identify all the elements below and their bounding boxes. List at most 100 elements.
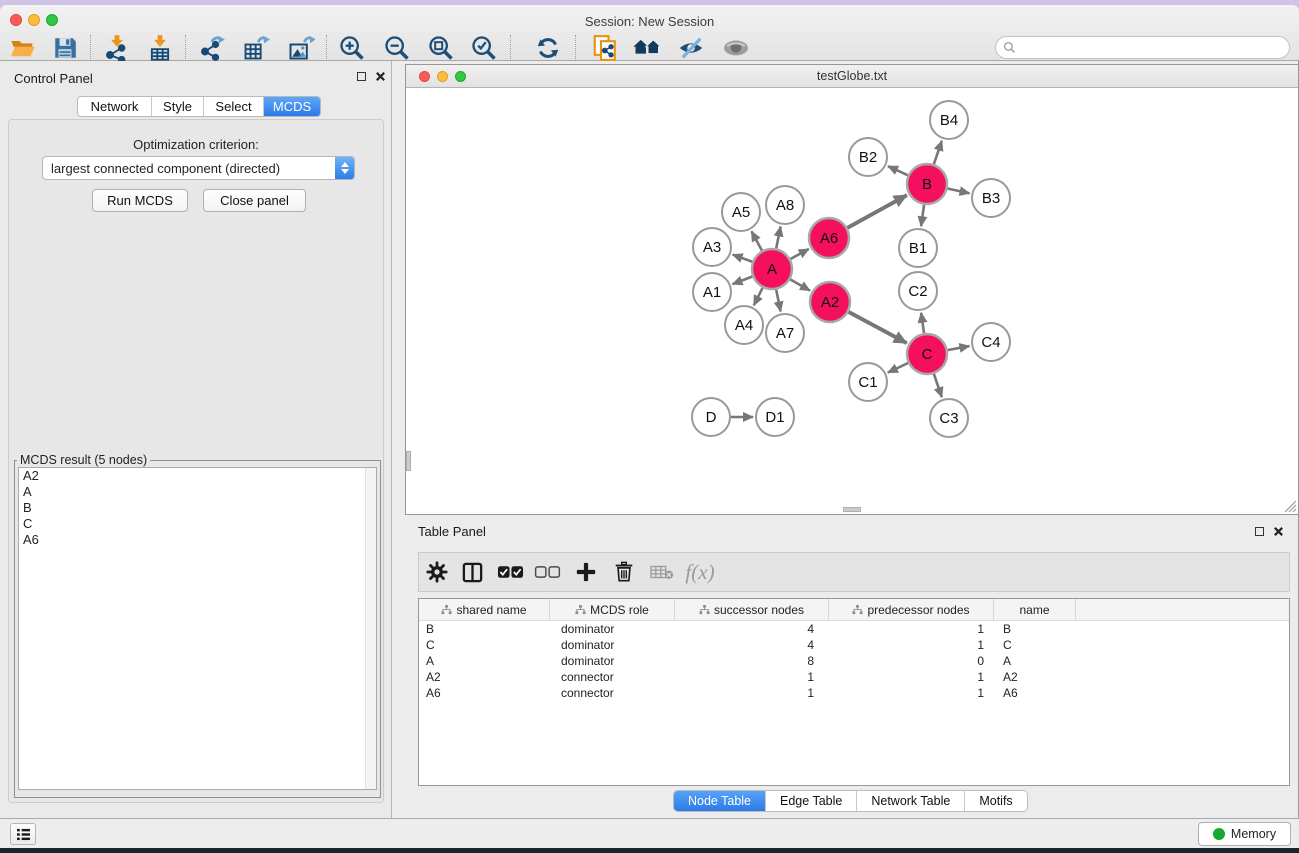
clone-network-button[interactable] <box>590 32 622 64</box>
window-resize-grip[interactable] <box>1281 497 1297 513</box>
graph-edge-C-C4[interactable] <box>948 346 970 350</box>
close-table-panel-icon[interactable] <box>1273 526 1284 537</box>
column-header-shared-name[interactable]: shared name <box>419 599 550 620</box>
houses-icon <box>632 33 662 63</box>
result-list-scrollbar[interactable] <box>365 468 376 789</box>
show-task-history-button[interactable] <box>10 823 36 845</box>
mcds-result-item[interactable]: C <box>19 516 376 532</box>
tab-network-table[interactable]: Network Table <box>857 791 965 811</box>
column-header-successor-nodes[interactable]: successor nodes <box>675 599 829 620</box>
select-all-columns-button[interactable] <box>493 556 527 588</box>
table-row[interactable]: A6connector11A6 <box>419 685 1289 701</box>
graph-node-label: B <box>922 176 932 193</box>
open-session-button[interactable] <box>7 32 39 64</box>
table-row[interactable]: Bdominator41B <box>419 621 1289 637</box>
network-canvas[interactable]: B4B2BB3A5A8A6A3B1AA1C2A2A4A7C4CC1C3DD1 <box>406 88 1298 514</box>
graph-edge-B-B4[interactable] <box>934 141 942 164</box>
export-table-button[interactable] <box>240 32 272 64</box>
column-header-name[interactable]: name <box>994 599 1076 620</box>
node-table[interactable]: shared nameMCDS rolesuccessor nodesprede… <box>418 598 1290 786</box>
tab-node-table[interactable]: Node Table <box>674 791 766 811</box>
column-header-predecessor-nodes[interactable]: predecessor nodes <box>829 599 994 620</box>
column-type-icon <box>852 605 863 615</box>
table-cell: 8 <box>675 653 829 669</box>
mcds-result-item[interactable]: A6 <box>19 532 376 548</box>
graph-edge-B-B2[interactable] <box>888 166 908 175</box>
save-session-button[interactable] <box>49 32 81 64</box>
close-panel-icon[interactable] <box>375 71 386 82</box>
refresh-icon <box>534 34 562 62</box>
tab-select[interactable]: Select <box>204 97 264 116</box>
table-cell: A <box>419 653 550 669</box>
graph-edge-B-B1[interactable] <box>921 205 924 226</box>
graph-edge-A6-B[interactable] <box>847 195 906 228</box>
table-body: Bdominator41BCdominator41CAdominator80AA… <box>419 621 1289 701</box>
graph-edge-A-A5[interactable] <box>752 231 762 250</box>
hide-style-button[interactable] <box>675 32 707 64</box>
import-table-button[interactable] <box>144 32 176 64</box>
show-hide-button[interactable] <box>720 32 752 64</box>
delete-column-button[interactable] <box>607 556 641 588</box>
table-settings-button[interactable] <box>420 556 454 588</box>
zoom-fit-button[interactable] <box>425 32 457 64</box>
float-table-panel-icon[interactable] <box>1255 527 1264 536</box>
search-input[interactable] <box>1020 41 1289 55</box>
status-bar: Memory <box>0 818 1299 848</box>
graph-edge-C-C2[interactable] <box>921 313 924 333</box>
zoom-out-button[interactable] <box>381 32 413 64</box>
tab-motifs[interactable]: Motifs <box>965 791 1026 811</box>
show-all-networks-button[interactable] <box>631 32 663 64</box>
search-field[interactable] <box>995 36 1290 59</box>
toggle-column-view-button[interactable] <box>455 556 489 588</box>
graph-edge-C-C1[interactable] <box>888 363 908 373</box>
table-row[interactable]: Adominator80A <box>419 653 1289 669</box>
optimization-criterion-dropdown[interactable]: largest connected component (directed) <box>42 156 355 180</box>
create-column-button[interactable] <box>569 556 603 588</box>
export-image-button[interactable] <box>285 32 317 64</box>
network-graph[interactable]: B4B2BB3A5A8A6A3B1AA1C2A2A4A7C4CC1C3DD1 <box>406 88 1298 514</box>
delete-table-icon <box>650 563 674 581</box>
vertical-scroll-notch[interactable] <box>406 451 411 471</box>
graph-edge-C-C3[interactable] <box>934 374 942 397</box>
graph-edge-A-A1[interactable] <box>733 277 753 285</box>
import-network-button[interactable] <box>101 32 133 64</box>
table-row[interactable]: A2connector11A2 <box>419 669 1289 685</box>
horizontal-scroll-notch[interactable] <box>843 507 861 512</box>
graph-node-label: C4 <box>981 334 1000 351</box>
zoom-selected-button[interactable] <box>468 32 500 64</box>
graph-edge-A-A8[interactable] <box>776 227 780 249</box>
zoom-in-button[interactable] <box>336 32 368 64</box>
mcds-result-list[interactable]: A2ABCA6 <box>18 467 377 790</box>
graph-edge-A2-C[interactable] <box>849 312 907 343</box>
graph-edge-B-B3[interactable] <box>948 188 970 193</box>
refresh-layout-button[interactable] <box>532 32 564 64</box>
mcds-result-item[interactable]: A2 <box>19 468 376 484</box>
toolbar-separator <box>185 35 186 61</box>
run-mcds-button[interactable]: Run MCDS <box>92 189 188 212</box>
export-network-button[interactable] <box>196 32 228 64</box>
tab-style[interactable]: Style <box>152 97 204 116</box>
dropdown-selected-value: largest connected component (directed) <box>43 161 335 176</box>
toolbar-separator <box>575 35 576 61</box>
memory-button[interactable]: Memory <box>1198 822 1291 846</box>
graph-node-label: A1 <box>703 284 721 301</box>
graph-edge-A-A7[interactable] <box>776 290 780 312</box>
tab-edge-table[interactable]: Edge Table <box>766 791 857 811</box>
deselect-all-columns-button[interactable] <box>530 556 564 588</box>
column-header-MCDS-role[interactable]: MCDS role <box>550 599 675 620</box>
column-header-label: name <box>1019 603 1049 617</box>
mcds-result-item[interactable]: A <box>19 484 376 500</box>
gear-icon <box>425 560 449 584</box>
float-panel-icon[interactable] <box>357 72 366 81</box>
graph-edge-A-A6[interactable] <box>790 249 808 259</box>
tab-network[interactable]: Network <box>78 97 152 116</box>
table-row[interactable]: Cdominator41C <box>419 637 1289 653</box>
tab-mcds[interactable]: MCDS <box>264 97 320 116</box>
split-columns-icon <box>461 561 484 584</box>
mcds-result-item[interactable]: B <box>19 500 376 516</box>
network-window-titlebar[interactable]: testGlobe.txt <box>406 65 1298 88</box>
graph-edge-A-A3[interactable] <box>733 255 753 262</box>
graph-edge-A-A2[interactable] <box>790 279 810 290</box>
close-panel-button[interactable]: Close panel <box>203 189 306 212</box>
graph-edge-A-A4[interactable] <box>754 288 763 306</box>
